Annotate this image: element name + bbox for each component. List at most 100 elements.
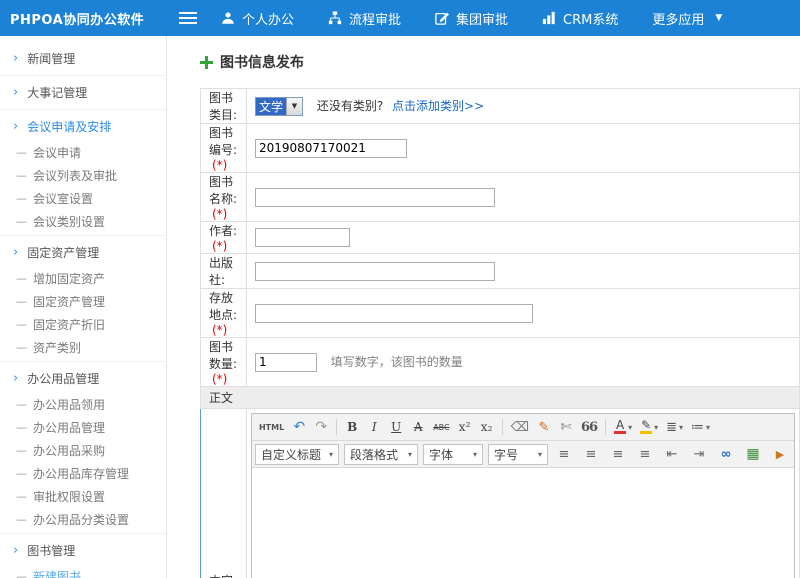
sidebar-item-asset-group[interactable]: › 固定资产管理 [0, 238, 166, 267]
chevron-right-icon: › [13, 52, 18, 65]
book-name-input[interactable] [255, 188, 495, 207]
add-category-link[interactable]: 点击添加类别>> [392, 99, 484, 113]
dash-icon: — [16, 444, 27, 457]
dash-icon: — [16, 513, 27, 526]
align-center-icon[interactable]: ≡ [581, 444, 601, 464]
chevron-down-icon: ▾ [706, 423, 710, 432]
publisher-input[interactable] [255, 262, 495, 281]
heading-dropdown[interactable]: 自定义标题 ▾ [255, 444, 339, 465]
table-row: 图书编号:(*) [201, 124, 800, 173]
align-right-icon[interactable]: ≡ [608, 444, 628, 464]
sidebar-item-supplies-approval[interactable]: — 审批权限设置 [0, 485, 166, 508]
location-input[interactable] [255, 304, 533, 323]
menu-toggle-icon[interactable] [179, 9, 197, 27]
scissors-icon[interactable]: ✄ [556, 417, 576, 437]
dash-icon: — [16, 467, 27, 480]
nav-process-approval[interactable]: 流程审批 [328, 9, 401, 28]
media-icon[interactable]: ▶ [770, 444, 790, 464]
chevron-down-icon: ▾ [329, 450, 333, 459]
nav-group-approval[interactable]: 集团审批 [435, 9, 508, 28]
sidebar-item-supplies-purchase[interactable]: — 办公用品采购 [0, 439, 166, 462]
sidebar-item-supplies-classify[interactable]: — 办公用品分类设置 [0, 508, 166, 531]
subscript-icon[interactable]: x₂ [477, 417, 497, 437]
chevron-right-icon: › [13, 544, 18, 557]
sidebar-item-asset-depreciation[interactable]: — 固定资产折旧 [0, 313, 166, 336]
required-marker: (*) [212, 323, 227, 337]
align-left-icon[interactable]: ≡ [554, 444, 574, 464]
link-icon[interactable]: ∞ [716, 444, 736, 464]
dash-icon: — [16, 169, 27, 182]
italic-icon[interactable]: I [364, 417, 384, 437]
unordered-list-icon[interactable]: ≔ ▾ [688, 417, 713, 437]
paragraph-format-dropdown[interactable]: 段落格式 ▾ [344, 444, 418, 465]
sidebar-item-asset-mgmt[interactable]: — 固定资产管理 [0, 290, 166, 313]
required-marker: (*) [212, 158, 227, 172]
nav-item-label: 个人办公 [242, 9, 294, 28]
main-content: 图书信息发布 图书类目: 文学 ▼ 还没有类别? 点击添加类别>> 图书编号:(… [167, 36, 800, 578]
sidebar-item-supplies-use[interactable]: — 办公用品领用 [0, 393, 166, 416]
html-source-button[interactable]: HTML [256, 417, 287, 437]
blockquote-icon[interactable]: 66 [578, 417, 600, 437]
dash-icon: — [16, 146, 27, 159]
author-label: 作者: [209, 224, 237, 238]
chevron-right-icon: › [13, 120, 18, 133]
align-justify-icon[interactable]: ≡ [635, 444, 655, 464]
sidebar-item-meeting-category[interactable]: — 会议类别设置 [0, 210, 166, 233]
sidebar-item-book-new[interactable]: — 新建图书 [0, 565, 166, 578]
sidebar-item-label: 新闻管理 [27, 50, 75, 67]
ordered-list-icon[interactable]: ≣ ▾ [663, 417, 686, 437]
format-brush-icon[interactable]: ✎ [534, 417, 554, 437]
indent-icon[interactable]: ⇥ [689, 444, 709, 464]
sidebar-item-label: 办公用品采购 [33, 442, 105, 459]
sidebar-item-supplies-mgmt[interactable]: — 办公用品管理 [0, 416, 166, 439]
strikethrough-abc-icon[interactable]: ABC [430, 417, 452, 437]
sidebar-item-supplies-inventory[interactable]: — 办公用品库存管理 [0, 462, 166, 485]
editor-toolbar-row1: HTML ↶ ↷ B I U A ABC x² x₂ ⌫ [252, 414, 794, 441]
sidebar-item-meeting-apply[interactable]: — 会议申请 [0, 141, 166, 164]
underline-icon[interactable]: U [386, 417, 406, 437]
page-title-text: 图书信息发布 [220, 52, 304, 72]
sidebar-item-meeting-group[interactable]: › 会议申请及安排 [0, 112, 166, 141]
sidebar-item-asset-add[interactable]: — 增加固定资产 [0, 267, 166, 290]
dash-icon: — [16, 272, 27, 285]
nav-personal-office[interactable]: 个人办公 [221, 9, 294, 28]
bold-icon[interactable]: B [342, 417, 362, 437]
category-select[interactable]: 文学 ▼ [255, 97, 303, 116]
table-row: 正文 [201, 387, 800, 409]
book-number-input[interactable] [255, 139, 407, 158]
outdent-icon[interactable]: ⇤ [662, 444, 682, 464]
sidebar-item-meeting-room[interactable]: — 会议室设置 [0, 187, 166, 210]
nav-item-label: 流程审批 [349, 9, 401, 28]
body-section-header: 正文 [201, 387, 800, 409]
font-color-bar [614, 431, 626, 434]
font-color-icon[interactable]: A ▾ [611, 417, 635, 437]
author-input[interactable] [255, 228, 350, 247]
redo-icon[interactable]: ↷ [311, 417, 331, 437]
sidebar-item-books-group[interactable]: › 图书管理 [0, 536, 166, 565]
quantity-hint: 填写数字，该图书的数量 [331, 355, 463, 369]
sidebar-item-label: 大事记管理 [27, 84, 87, 101]
dash-icon: — [16, 341, 27, 354]
strikethrough-a-icon[interactable]: A [408, 417, 428, 437]
highlight-color-icon[interactable]: ✎ ▾ [637, 417, 661, 437]
edit-icon [435, 11, 449, 25]
location-label: 存放地点: [209, 291, 237, 322]
image-icon[interactable]: ▦ [743, 444, 763, 464]
sidebar-item-label: 办公用品库存管理 [33, 465, 129, 482]
sidebar-item-supplies-group[interactable]: › 办公用品管理 [0, 364, 166, 393]
toolbar-separator [502, 419, 503, 435]
nav-more-apps[interactable]: 更多应用 ▼ [652, 9, 722, 28]
nav-crm-system[interactable]: CRM系统 [542, 9, 618, 28]
superscript-icon[interactable]: x² [455, 417, 475, 437]
table-row: 作者:(*) [201, 222, 800, 254]
quantity-input[interactable] [255, 353, 317, 372]
undo-icon[interactable]: ↶ [289, 417, 309, 437]
sidebar-item-news-mgmt[interactable]: › 新闻管理 [0, 44, 166, 73]
eraser-icon[interactable]: ⌫ [508, 417, 532, 437]
font-family-dropdown[interactable]: 字体 ▾ [423, 444, 483, 465]
sidebar-item-events-mgmt[interactable]: › 大事记管理 [0, 78, 166, 107]
sidebar-item-asset-category[interactable]: — 资产类别 [0, 336, 166, 359]
editor-content-area[interactable] [252, 468, 794, 578]
sidebar-item-meeting-list[interactable]: — 会议列表及审批 [0, 164, 166, 187]
font-size-dropdown[interactable]: 字号 ▾ [488, 444, 548, 465]
